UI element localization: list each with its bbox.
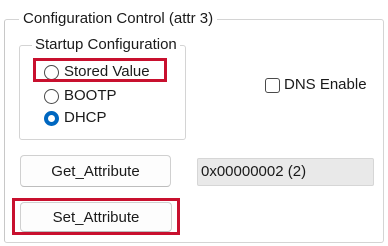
get-attribute-button[interactable]: Get_Attribute <box>20 155 171 187</box>
radio-dhcp-label: DHCP <box>64 109 107 126</box>
radio-bootp[interactable]: BOOTP <box>44 86 117 106</box>
radio-bootp-label: BOOTP <box>64 87 117 104</box>
attribute-value-field: 0x00000002 (2) <box>197 158 374 186</box>
configuration-control-title: Configuration Control (attr 3) <box>19 10 218 28</box>
checkbox-unchecked-icon <box>265 77 280 93</box>
set-attribute-button[interactable]: Set_Attribute <box>20 202 172 232</box>
radio-checked-icon <box>44 110 59 126</box>
startup-configuration-title: Startup Configuration <box>32 36 180 54</box>
dns-enable-checkbox[interactable]: DNS Enable <box>265 75 367 95</box>
dns-enable-label: DNS Enable <box>284 76 367 93</box>
radio-stored-value-label: Stored Value <box>64 63 150 80</box>
radio-circle-icon <box>44 64 59 80</box>
radio-dhcp[interactable]: DHCP <box>44 108 107 128</box>
radio-stored-value[interactable]: Stored Value <box>44 62 150 82</box>
radio-circle-icon <box>44 88 59 104</box>
